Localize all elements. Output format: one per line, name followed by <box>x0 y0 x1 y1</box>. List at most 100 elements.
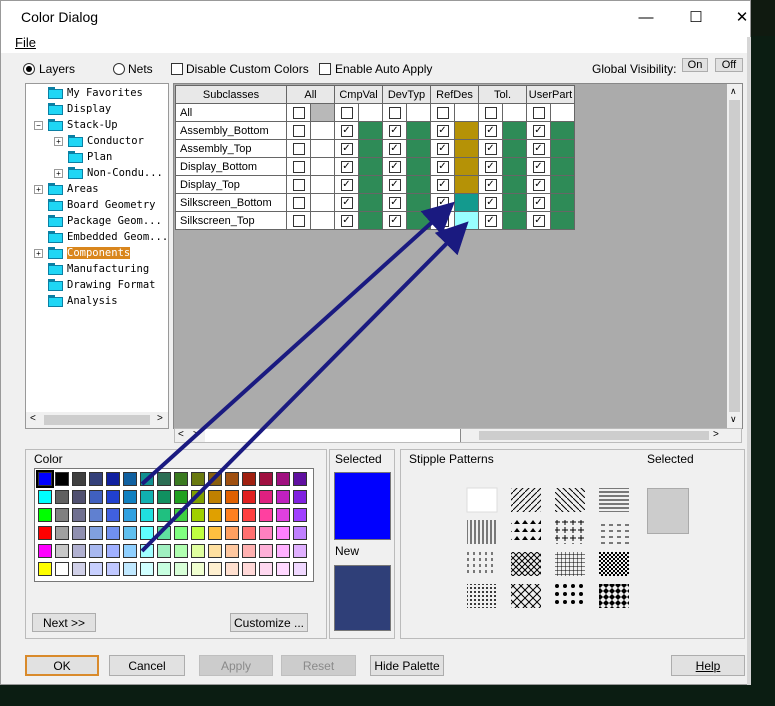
color-swatch-cell[interactable] <box>310 103 335 122</box>
disable-custom-colors-checkbox[interactable] <box>171 63 183 75</box>
palette-swatch[interactable] <box>225 490 239 504</box>
dialog-vscrollbar[interactable] <box>747 37 751 685</box>
palette-swatch[interactable] <box>72 562 86 576</box>
palette-swatch[interactable] <box>89 526 103 540</box>
color-swatch-cell[interactable] <box>550 175 575 194</box>
visibility-checkbox[interactable]: ✓ <box>436 142 449 155</box>
color-swatch-cell[interactable] <box>502 103 527 122</box>
palette-swatch[interactable] <box>276 526 290 540</box>
color-swatch-cell[interactable] <box>358 157 383 176</box>
visibility-checkbox[interactable]: ✓ <box>388 124 401 137</box>
palette-swatch[interactable] <box>276 562 290 576</box>
palette-swatch[interactable] <box>72 544 86 558</box>
palette-swatch[interactable] <box>72 508 86 522</box>
scroll-right-icon[interactable]: > <box>713 429 719 440</box>
scroll-left-icon[interactable]: < <box>178 429 184 440</box>
color-swatch-cell[interactable] <box>550 211 575 230</box>
tree-item[interactable]: Analysis <box>48 293 118 309</box>
cancel-button[interactable]: Cancel <box>109 655 185 676</box>
visibility-checkbox[interactable]: ✓ <box>388 178 401 191</box>
visibility-checkbox[interactable] <box>436 106 449 119</box>
column-header[interactable]: RefDes <box>430 85 479 104</box>
palette-swatch[interactable] <box>191 562 205 576</box>
color-swatch-cell[interactable] <box>358 211 383 230</box>
palette-swatch[interactable] <box>123 562 137 576</box>
color-swatch-cell[interactable] <box>502 175 527 194</box>
expand-icon[interactable]: + <box>34 249 43 258</box>
ok-button[interactable]: OK <box>25 655 99 676</box>
expand-icon[interactable]: + <box>34 185 43 194</box>
palette-swatch[interactable] <box>259 472 273 486</box>
palette-swatch[interactable] <box>276 490 290 504</box>
color-swatch-cell[interactable] <box>550 139 575 158</box>
palette-swatch[interactable] <box>174 544 188 558</box>
color-swatch-cell[interactable] <box>358 121 383 140</box>
palette-swatch[interactable] <box>259 526 273 540</box>
color-swatch-cell[interactable] <box>310 175 335 194</box>
visibility-checkbox[interactable] <box>532 106 545 119</box>
color-swatch-cell[interactable] <box>454 157 479 176</box>
palette-swatch[interactable] <box>259 544 273 558</box>
palette-swatch[interactable] <box>55 472 69 486</box>
close-button[interactable]: ✕ <box>719 1 765 33</box>
palette-swatch[interactable] <box>106 508 120 522</box>
palette-swatch[interactable] <box>293 472 307 486</box>
visibility-checkbox[interactable]: ✓ <box>484 124 497 137</box>
palette-swatch[interactable] <box>225 508 239 522</box>
palette-swatch[interactable] <box>191 472 205 486</box>
palette-swatch[interactable] <box>225 526 239 540</box>
tree-item[interactable]: Areas <box>48 181 99 197</box>
palette-swatch[interactable] <box>208 562 222 576</box>
palette-swatch[interactable] <box>225 544 239 558</box>
column-header[interactable]: Subclasses <box>175 85 287 104</box>
visibility-checkbox[interactable] <box>436 214 449 227</box>
maximize-button[interactable]: ☐ <box>673 1 719 33</box>
visibility-checkbox[interactable]: ✓ <box>340 214 353 227</box>
visibility-checkbox[interactable]: ✓ <box>532 214 545 227</box>
palette-swatch[interactable] <box>225 562 239 576</box>
palette-swatch[interactable] <box>174 508 188 522</box>
visibility-checkbox[interactable] <box>292 106 305 119</box>
scroll-right-icon[interactable]: > <box>157 413 163 424</box>
tree-item[interactable]: Package Geom... <box>48 213 162 229</box>
palette-swatch[interactable] <box>293 490 307 504</box>
color-swatch-cell[interactable] <box>502 211 527 230</box>
palette-swatch[interactable] <box>55 526 69 540</box>
palette-swatch[interactable] <box>208 544 222 558</box>
palette-swatch[interactable] <box>157 490 171 504</box>
visibility-checkbox[interactable]: ✓ <box>532 142 545 155</box>
tree-item[interactable]: Manufacturing <box>48 261 149 277</box>
palette-swatch[interactable] <box>106 544 120 558</box>
visibility-checkbox[interactable]: ✓ <box>484 214 497 227</box>
palette-swatch[interactable] <box>157 508 171 522</box>
scroll-down-icon[interactable]: ∨ <box>730 414 737 425</box>
color-swatch-cell[interactable] <box>406 211 431 230</box>
grid-bottom-scroll[interactable]: < > > <box>174 428 742 443</box>
visibility-checkbox[interactable]: ✓ <box>340 196 353 209</box>
tree-item[interactable]: Display <box>48 101 111 117</box>
column-header[interactable]: CmpVal <box>334 85 383 104</box>
visibility-checkbox[interactable]: ✓ <box>484 160 497 173</box>
visibility-checkbox[interactable]: ✓ <box>388 196 401 209</box>
palette-swatch[interactable] <box>89 544 103 558</box>
layers-radio[interactable] <box>23 63 35 75</box>
palette-swatch[interactable] <box>55 562 69 576</box>
palette-swatch[interactable] <box>157 562 171 576</box>
palette-swatch[interactable] <box>208 472 222 486</box>
visibility-checkbox[interactable]: ✓ <box>436 196 449 209</box>
palette-swatch[interactable] <box>106 526 120 540</box>
color-swatch-cell[interactable] <box>406 193 431 212</box>
color-swatch-cell[interactable] <box>406 103 431 122</box>
palette-swatch[interactable] <box>208 490 222 504</box>
color-swatch-cell[interactable] <box>310 211 335 230</box>
visibility-checkbox[interactable]: ✓ <box>484 178 497 191</box>
visibility-checkbox[interactable]: ✓ <box>340 124 353 137</box>
palette-swatch[interactable] <box>259 508 273 522</box>
palette-swatch[interactable] <box>140 490 154 504</box>
palette-swatch[interactable] <box>276 508 290 522</box>
palette-swatch[interactable] <box>89 562 103 576</box>
grid-hscroll-thumb[interactable] <box>479 431 709 440</box>
palette-swatch[interactable] <box>242 490 256 504</box>
global-visibility-off-button[interactable]: Off <box>715 58 743 72</box>
tree-item[interactable]: Components <box>48 245 131 261</box>
